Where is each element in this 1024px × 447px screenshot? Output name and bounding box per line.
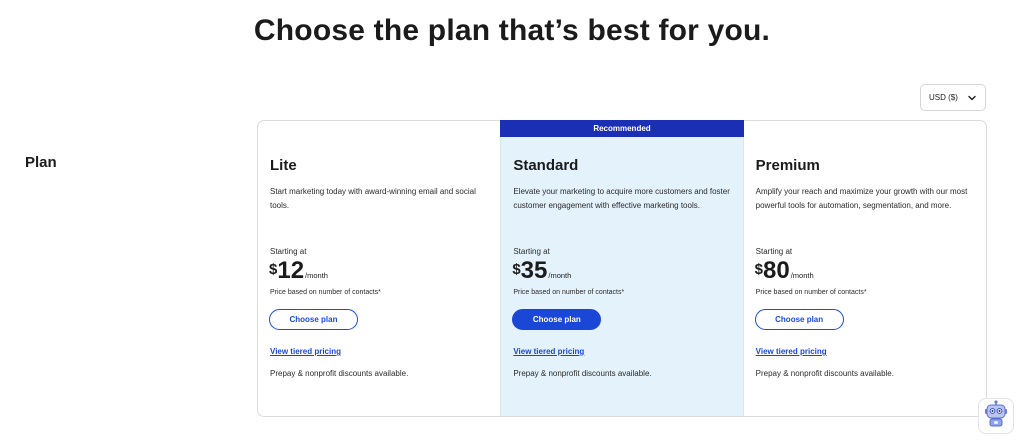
price-period: /month <box>790 271 814 280</box>
starting-at-label: Starting at <box>513 247 550 256</box>
price-amount: 12 <box>277 257 305 284</box>
price-amount: 35 <box>520 257 548 284</box>
discount-note: Prepay & nonprofit discounts available. <box>755 369 894 378</box>
chevron-down-icon <box>967 93 977 103</box>
plan-column-standard: Standard Elevate your marketing to acqui… <box>500 121 744 416</box>
view-tiered-pricing-link-premium[interactable]: View tiered pricing <box>756 347 827 356</box>
price-period: /month <box>548 271 572 280</box>
view-tiered-pricing-link-standard[interactable]: View tiered pricing <box>513 347 584 356</box>
currency-select-value: USD ($) <box>929 93 958 102</box>
view-tiered-pricing-link-lite[interactable]: View tiered pricing <box>270 347 341 356</box>
price-basis-note: Price based on number of contacts* <box>513 289 625 296</box>
price-currency-symbol: $ <box>269 261 278 278</box>
discount-note: Prepay & nonprofit discounts available. <box>270 369 409 378</box>
choose-plan-button-premium[interactable]: Choose plan <box>754 309 844 330</box>
currency-select[interactable]: USD ($) <box>920 84 986 111</box>
price-period: /month <box>305 271 328 280</box>
starting-at-label: Starting at <box>755 247 793 256</box>
plan-description: Amplify your reach and maximize your gro… <box>755 187 968 210</box>
price-amount: 80 <box>763 257 790 284</box>
plan-name: Lite <box>270 157 297 174</box>
starting-at-label: Starting at <box>270 247 307 256</box>
plan-price: $ 12 /month <box>269 257 328 285</box>
recommended-banner: Recommended <box>500 120 744 137</box>
plan-price: $ 80 /month <box>755 257 814 285</box>
plan-column-lite: Lite Start marketing today with award-wi… <box>258 121 500 416</box>
plan-column-premium: Premium Amplify your reach and maximize … <box>744 121 986 416</box>
choose-plan-button-lite[interactable]: Choose plan <box>269 309 358 330</box>
price-basis-note: Price based on number of contacts* <box>270 289 381 296</box>
plan-description: Start marketing today with award-winning… <box>270 187 476 210</box>
pricing-table: Lite Start marketing today with award-wi… <box>257 120 987 417</box>
discount-note: Prepay & nonprofit discounts available. <box>513 369 652 378</box>
pricing-page: Choose the plan that’s best for you. USD… <box>0 0 1024 447</box>
plan-price: $ 35 /month <box>512 257 571 285</box>
price-currency-symbol: $ <box>512 261 521 278</box>
plan-row-label: Plan <box>25 154 57 171</box>
price-basis-note: Price based on number of contacts* <box>755 289 867 296</box>
robot-assistant-icon <box>983 399 1009 433</box>
plan-name: Standard <box>513 157 579 174</box>
choose-plan-button-standard[interactable]: Choose plan <box>512 309 602 330</box>
page-title: Choose the plan that’s best for you. <box>253 14 771 47</box>
plan-name: Premium <box>755 157 820 174</box>
plan-description: Elevate your marketing to acquire more c… <box>513 187 730 210</box>
price-currency-symbol: $ <box>754 261 763 278</box>
assistant-widget-button[interactable] <box>978 398 1014 434</box>
